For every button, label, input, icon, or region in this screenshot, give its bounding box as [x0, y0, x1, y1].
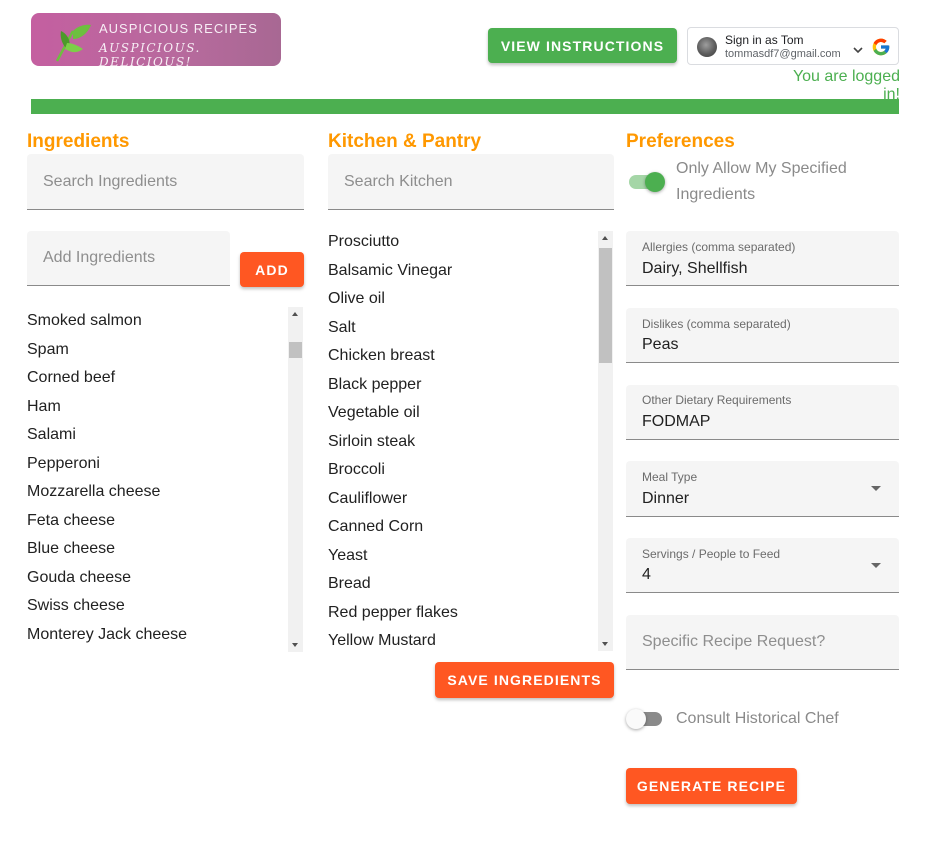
only-allow-toggle[interactable]	[627, 172, 665, 192]
allergies-label: Allergies (comma separated)	[642, 240, 796, 254]
search-ingredients-input[interactable]	[43, 154, 296, 209]
historical-chef-label: Consult Historical Chef	[676, 710, 839, 727]
kitchen-list[interactable]: Prosciutto Balsamic Vinegar Olive oil Salt C…	[328, 228, 596, 651]
logo-title: AUSPICIOUS RECIPES	[99, 21, 258, 36]
allergies-field[interactable]: Allergies (comma separated) Dairy, Shell…	[626, 231, 899, 286]
scroll-down-icon[interactable]	[602, 642, 608, 646]
add-ingredient-button[interactable]: ADD	[240, 252, 304, 287]
specific-request-input[interactable]	[642, 615, 891, 669]
toggle-knob	[645, 172, 665, 192]
list-item[interactable]: Olive oil	[328, 285, 596, 314]
list-item[interactable]: Canned Corn	[328, 513, 596, 542]
list-item[interactable]: Ham	[27, 393, 287, 422]
account-email: tommasdf7@gmail.com	[725, 48, 841, 60]
list-item[interactable]: Sirloin steak	[328, 428, 596, 457]
list-item[interactable]: Salt	[328, 314, 596, 343]
kitchen-scrollbar[interactable]	[598, 231, 613, 651]
scroll-thumb[interactable]	[599, 248, 612, 363]
historical-chef-toggle[interactable]	[626, 709, 662, 729]
servings-label: Servings / People to Feed	[642, 547, 781, 561]
list-item[interactable]: Yeast	[328, 542, 596, 571]
allergies-value[interactable]: Dairy, Shellfish	[642, 260, 748, 278]
preferences-title: Preferences	[626, 131, 735, 152]
list-item[interactable]: Cauliflower	[328, 485, 596, 514]
servings-select[interactable]: Servings / People to Feed 4	[626, 538, 899, 593]
list-item[interactable]: Black pepper	[328, 371, 596, 400]
list-item[interactable]: Spam	[27, 336, 287, 365]
generate-recipe-button[interactable]: GENERATE RECIPE	[626, 768, 797, 804]
dietary-requirements-label: Other Dietary Requirements	[642, 393, 792, 407]
meal-type-select[interactable]: Meal Type Dinner	[626, 461, 899, 517]
ingredients-scrollbar[interactable]	[288, 307, 303, 652]
chevron-down-icon	[853, 47, 863, 54]
list-item[interactable]: Bread	[328, 570, 596, 599]
list-item[interactable]: Balsamic Vinegar	[328, 257, 596, 286]
scroll-thumb[interactable]	[289, 342, 302, 358]
dietary-requirements-value[interactable]: FODMAP	[642, 413, 710, 431]
list-item[interactable]: Prosciutto	[328, 228, 596, 257]
list-item[interactable]: Red pepper flakes	[328, 599, 596, 628]
scroll-up-icon[interactable]	[292, 312, 298, 316]
scroll-up-icon[interactable]	[602, 236, 608, 240]
signed-in-name: Sign in as Tom	[725, 33, 804, 47]
add-ingredients-input[interactable]	[43, 231, 222, 285]
list-item[interactable]: Gouda cheese	[27, 564, 287, 593]
list-item[interactable]: Swiss cheese	[27, 592, 287, 621]
arrow-drop-down-icon[interactable]	[871, 563, 881, 568]
dislikes-field[interactable]: Dislikes (comma separated) Peas	[626, 308, 899, 363]
list-item[interactable]: Blue cheese	[27, 535, 287, 564]
dislikes-value[interactable]: Peas	[642, 336, 678, 354]
google-g-icon	[872, 38, 890, 56]
list-item[interactable]: Yellow Mustard	[328, 627, 596, 651]
list-item[interactable]: Monterey Jack cheese	[27, 621, 287, 650]
specific-request-field[interactable]	[626, 615, 899, 670]
list-item[interactable]: Mozzarella cheese	[27, 478, 287, 507]
list-item[interactable]: Salami	[27, 421, 287, 450]
app-logo[interactable]: AUSPICIOUS RECIPES AUSPICIOUS. DELICIOUS…	[31, 13, 281, 66]
search-kitchen-field[interactable]	[328, 154, 614, 210]
servings-value: 4	[642, 566, 651, 583]
list-item[interactable]: Broccoli	[328, 456, 596, 485]
toggle-knob	[626, 709, 646, 729]
avatar	[697, 37, 717, 57]
arrow-drop-down-icon[interactable]	[871, 486, 881, 491]
google-account-button[interactable]: Sign in as Tom tommasdf7@gmail.com	[687, 27, 899, 65]
list-item[interactable]: Pepperoni	[27, 450, 287, 479]
search-ingredients-field[interactable]	[27, 154, 304, 210]
add-ingredients-field[interactable]	[27, 231, 230, 286]
logo-tagline: AUSPICIOUS. DELICIOUS!	[99, 41, 201, 66]
list-item[interactable]: Chicken breast	[328, 342, 596, 371]
kitchen-title: Kitchen & Pantry	[328, 131, 482, 152]
list-item[interactable]: Corned beef	[27, 364, 287, 393]
meal-type-label: Meal Type	[642, 470, 698, 484]
list-item[interactable]: Smoked salmon	[27, 307, 287, 336]
only-allow-label: Only Allow My Specified Ingredients	[676, 160, 847, 203]
ingredients-title: Ingredients	[27, 131, 130, 152]
ingredients-list[interactable]: Smoked salmon Spam Corned beef Ham Salami Pep…	[27, 307, 287, 652]
save-ingredients-button[interactable]: SAVE INGREDIENTS	[435, 662, 614, 698]
meal-type-value: Dinner	[642, 490, 690, 507]
header-divider-bar	[31, 99, 899, 114]
list-item[interactable]: Feta cheese	[27, 507, 287, 536]
leaves-icon	[55, 24, 91, 62]
scroll-down-icon[interactable]	[292, 643, 298, 647]
search-kitchen-input[interactable]	[344, 154, 606, 209]
dietary-requirements-field[interactable]: Other Dietary Requirements FODMAP	[626, 385, 899, 440]
list-item[interactable]: Vegetable oil	[328, 399, 596, 428]
dislikes-label: Dislikes (comma separated)	[642, 317, 791, 331]
view-instructions-button[interactable]: VIEW INSTRUCTIONS	[488, 28, 677, 63]
